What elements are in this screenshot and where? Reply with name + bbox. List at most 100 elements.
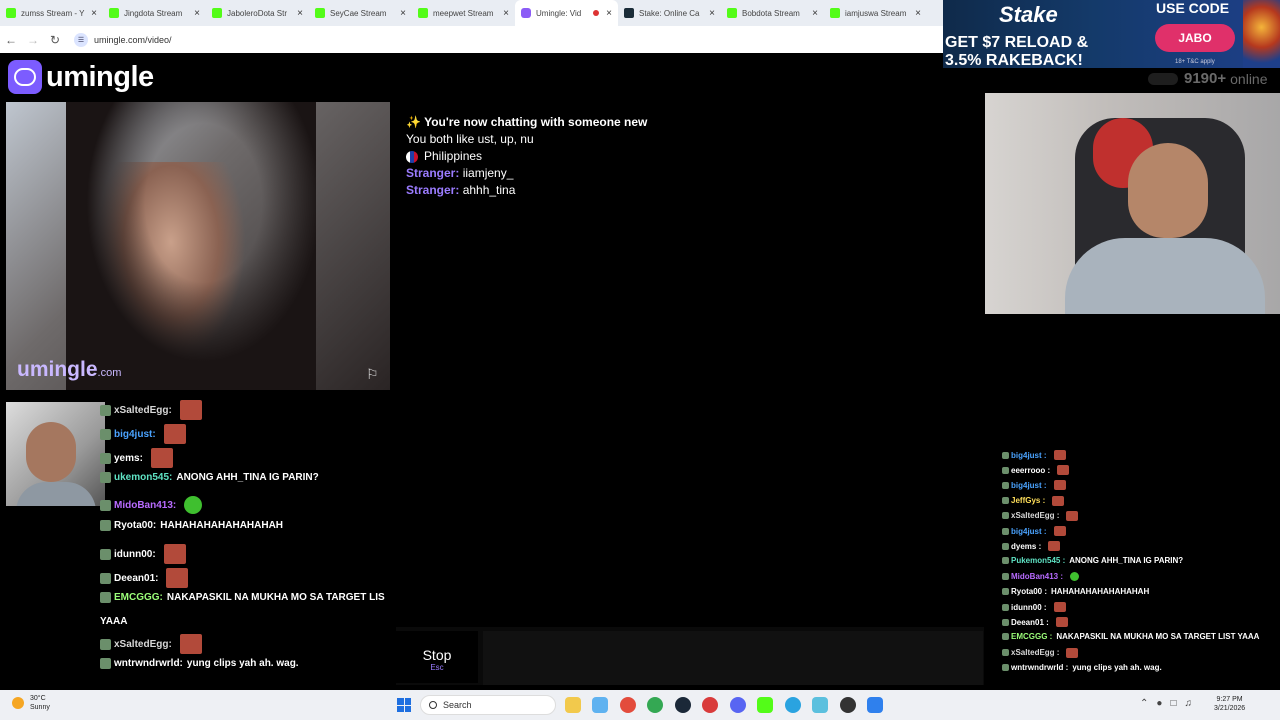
browser-tab[interactable]: Jingdota Stream × — [103, 0, 206, 26]
browser-tab[interactable]: Stake: Online Ca × — [618, 0, 721, 26]
chat-username[interactable]: eeerrooo : — [1011, 466, 1050, 475]
taskbar-search[interactable]: Search — [420, 695, 556, 715]
logo-text: umingle — [46, 60, 154, 93]
chat-username[interactable]: xSaltedEgg: — [114, 639, 172, 650]
app-icon[interactable] — [812, 697, 828, 713]
chat-username[interactable]: EMCGGG: — [114, 592, 163, 603]
stake-ad-banner[interactable]: Stake GET $7 RELOAD & 3.5% RAKEBACK! USE… — [943, 0, 1280, 68]
country-line: Philippines — [406, 148, 647, 165]
site-info-icon[interactable]: ☰ — [74, 32, 88, 47]
network-icon[interactable]: □ — [1170, 698, 1176, 709]
chat-text: NAKAPASKIL NA MUKHA MO SA TARGET LIS — [166, 592, 385, 603]
kick-favicon-icon — [6, 8, 16, 18]
windows-start-icon[interactable] — [397, 698, 411, 712]
close-tab-icon[interactable]: × — [194, 8, 200, 19]
close-tab-icon[interactable]: × — [606, 8, 612, 19]
chat-username[interactable]: xSaltedEgg : — [1011, 648, 1059, 657]
chevron-up-icon[interactable]: ⌃ — [1140, 698, 1148, 709]
browser-icon[interactable] — [702, 697, 718, 713]
tab-title: iamjuswa Stream — [845, 8, 907, 18]
close-tab-icon[interactable]: × — [91, 8, 97, 19]
stream-chat-line: xSaltedEgg: — [100, 400, 202, 420]
forward-icon[interactable]: → — [22, 33, 44, 47]
streamer-head — [26, 422, 76, 482]
browser-tab[interactable]: Umingle: Vid × — [515, 0, 618, 26]
system-message-text: You're now chatting with someone new — [424, 115, 648, 129]
chat-username[interactable]: Deean01 : — [1011, 618, 1049, 627]
chrome-icon[interactable] — [620, 697, 636, 713]
chat-username[interactable]: idunn00 : — [1011, 603, 1047, 612]
address-bar[interactable]: ☰ umingle.com/video/ — [74, 32, 172, 47]
browser-tab[interactable]: zumss Stream - Y × — [0, 0, 103, 26]
promo-line-2: 3.5% RAKEBACK! — [945, 52, 1083, 68]
chat-username[interactable]: MidoBan413: — [114, 500, 176, 511]
reload-icon[interactable]: ↻ — [44, 33, 66, 47]
tab-title: Bobdota Stream — [742, 8, 800, 18]
close-tab-icon[interactable]: × — [400, 8, 406, 19]
close-tab-icon[interactable]: × — [297, 8, 303, 19]
browser-tab[interactable]: JaboleroDota Str × — [206, 0, 309, 26]
chat-username[interactable]: Deean01: — [114, 573, 158, 584]
toggle-pill[interactable] — [1148, 72, 1178, 85]
temperature: 30°C — [30, 695, 46, 702]
chat-username[interactable]: big4just : — [1011, 481, 1047, 490]
chat-username[interactable]: idunn00: — [114, 549, 156, 560]
stream-chat-line: wntrwndrwrld : yung clips yah ah. wag. — [1002, 663, 1162, 672]
discord-icon[interactable] — [730, 697, 746, 713]
report-flag-icon[interactable]: ⚐ — [366, 366, 379, 383]
chat-username[interactable]: big4just : — [1011, 527, 1047, 536]
steam-icon[interactable] — [675, 697, 691, 713]
chrome-profile-icon[interactable] — [647, 697, 663, 713]
microphone-icon[interactable]: ● — [1156, 698, 1162, 709]
file-explorer-icon[interactable] — [565, 697, 581, 713]
message-input[interactable] — [483, 631, 983, 685]
stop-shortcut: Esc — [430, 663, 444, 672]
chat-username[interactable]: xSaltedEgg: — [114, 405, 172, 416]
notepad-icon[interactable] — [867, 697, 883, 713]
browser-tab[interactable]: meepwet Stream × — [412, 0, 515, 26]
telegram-icon[interactable] — [785, 697, 801, 713]
umingle-logo[interactable]: umingle — [8, 60, 154, 94]
chat-username[interactable]: big4just : — [1011, 451, 1047, 460]
chat-username[interactable]: wntrwndrwrld : — [1011, 663, 1068, 672]
obs-icon[interactable] — [840, 697, 856, 713]
browser-tab[interactable]: Bobdota Stream × — [721, 0, 824, 26]
chat-username[interactable]: dyems : — [1011, 542, 1041, 551]
weather-widget[interactable]: 30°C Sunny — [12, 694, 50, 712]
chat-username[interactable]: Ryota00: — [114, 520, 156, 531]
chat-text: YAAA — [100, 616, 128, 627]
chat-username[interactable]: xSaltedEgg : — [1011, 511, 1059, 520]
kick-icon[interactable] — [757, 697, 773, 713]
chat-username[interactable]: Ryota00 : — [1011, 587, 1047, 596]
user-badge-icon — [100, 404, 111, 416]
tab-title: meepwet Stream — [433, 8, 494, 18]
system-clock[interactable]: 9:27 PM 3/21/2026 — [1214, 695, 1245, 713]
volume-icon[interactable]: ♫ — [1184, 698, 1192, 709]
chat-username[interactable]: JeffGys : — [1011, 496, 1045, 505]
close-tab-icon[interactable]: × — [709, 8, 715, 19]
stream-chat-line: EMCGGG: NAKAPASKIL NA MUKHA MO SA TARGET … — [100, 592, 385, 603]
close-tab-icon[interactable]: × — [812, 8, 818, 19]
code-label: USE CODE — [1156, 0, 1230, 16]
face-emote-icon — [1052, 495, 1065, 506]
close-tab-icon[interactable]: × — [915, 8, 921, 19]
system-message: ✨ You're now chatting with someone new — [406, 114, 647, 131]
message-text: ahhh_tina — [462, 183, 516, 197]
store-icon[interactable] — [592, 697, 608, 713]
chat-username[interactable]: EMCGGG : — [1011, 632, 1052, 641]
stream-chat-line: Deean01 : — [1002, 617, 1068, 628]
chat-username[interactable]: ukemon545: — [114, 472, 172, 483]
chat-username[interactable]: Pukemon545 : — [1011, 556, 1065, 565]
chat-username[interactable]: MidoBan413 : — [1011, 572, 1063, 581]
stop-button[interactable]: Stop Esc — [396, 631, 478, 683]
recording-icon — [593, 10, 600, 16]
chat-username[interactable]: big4just: — [114, 429, 156, 440]
chat-username[interactable]: wntrwndrwrld: — [114, 658, 183, 669]
streamer-webcam-small — [6, 402, 105, 506]
chat-username[interactable]: yems: — [114, 453, 143, 464]
back-icon[interactable]: ← — [0, 33, 22, 47]
promo-code-button[interactable]: JABO — [1155, 24, 1235, 52]
close-tab-icon[interactable]: × — [503, 8, 509, 19]
browser-tab[interactable]: SeyCae Stream × — [309, 0, 412, 26]
browser-tab[interactable]: iamjuswa Stream × — [824, 0, 927, 26]
